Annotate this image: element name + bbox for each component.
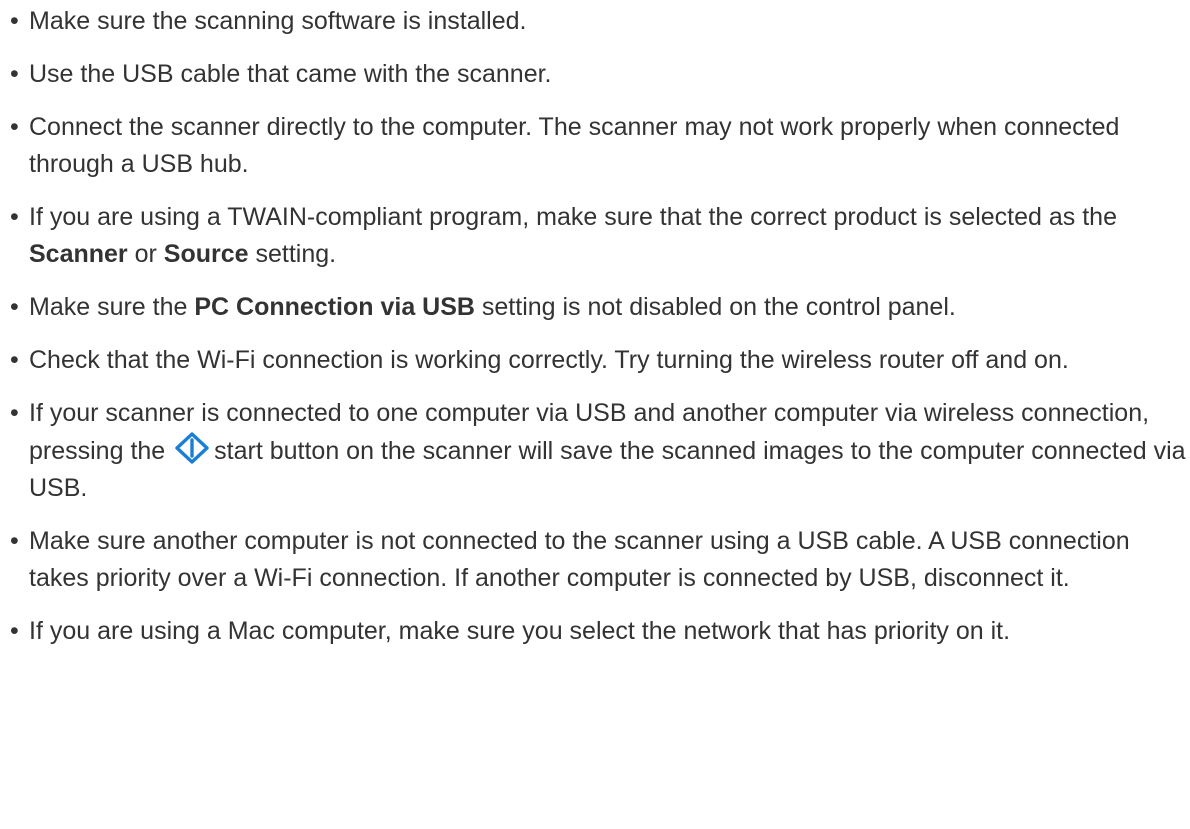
tip-text: setting is not disabled on the control p…: [474, 293, 956, 321]
pc-connection-setting-name: PC Connection via USB: [194, 293, 475, 321]
tip-text: setting.: [248, 240, 337, 268]
list-item: Make sure another computer is not connec…: [10, 523, 1190, 597]
list-item: Make sure the PC Connection via USB sett…: [10, 289, 1190, 326]
tip-text: Connect the scanner directly to the comp…: [29, 113, 1120, 178]
list-item: Connect the scanner directly to the comp…: [10, 109, 1190, 183]
tip-text: Make sure the scanning software is insta…: [29, 7, 527, 35]
scanner-setting-name: Scanner: [29, 240, 128, 268]
tip-text: If you are using a Mac computer, make su…: [29, 617, 1011, 645]
source-setting-name: Source: [163, 240, 249, 268]
tip-text: or: [127, 240, 164, 268]
list-item: If you are using a Mac computer, make su…: [10, 613, 1190, 650]
troubleshooting-tip-list: Make sure the scanning software is insta…: [10, 3, 1190, 666]
list-item: Use the USB cable that came with the sca…: [10, 56, 1190, 93]
tip-text: Check that the Wi-Fi connection is worki…: [29, 346, 1069, 374]
list-item: Check that the Wi-Fi connection is worki…: [10, 342, 1190, 379]
tip-text: Make sure another computer is not connec…: [29, 527, 1130, 592]
start-button-icon: [175, 432, 209, 464]
list-item: If you are using a TWAIN-compliant progr…: [10, 199, 1190, 273]
tip-text: Use the USB cable that came with the sca…: [29, 60, 552, 88]
tip-text: If you are using a TWAIN-compliant progr…: [29, 203, 1117, 231]
list-item: If your scanner is connected to one comp…: [10, 395, 1190, 507]
tip-text: Make sure the: [29, 293, 195, 321]
list-item: Make sure the scanning software is insta…: [10, 3, 1190, 40]
